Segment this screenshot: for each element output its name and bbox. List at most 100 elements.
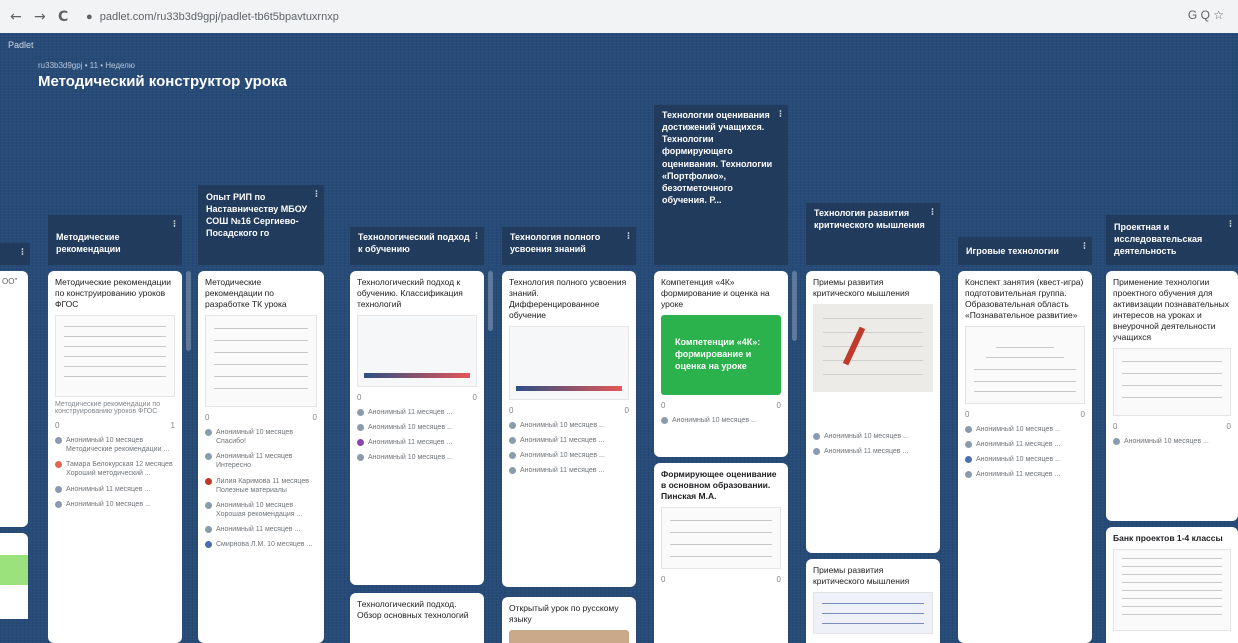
more-icon[interactable]: ⁝ (315, 188, 318, 202)
comment: Анонимный 11 месяцев ... (205, 525, 317, 534)
comment-count[interactable]: 0 (1227, 422, 1231, 431)
post-card[interactable]: Технологический подход к обучению. Класс… (350, 271, 484, 585)
column-title: Опыт РИП по Наставничеству МБОУ СОШ №16 … (206, 192, 308, 239)
post-card[interactable]: Методические рекомендации по разработке … (198, 271, 324, 643)
column-scrollbar[interactable] (186, 271, 191, 351)
column-title: Технологии оценивания достижений учащихс… (662, 110, 773, 205)
column-header[interactable]: Технология полного усвоения знаний ⁝ (502, 227, 636, 265)
like-count[interactable]: 0 (1113, 422, 1117, 431)
comment-count[interactable]: 0 (313, 413, 317, 422)
browser-toolbar: ← → C ● padlet.com/ru33b3d9gpj/padlet-tb… (0, 0, 1238, 34)
column-header[interactable]: Технологии оценивания достижений учащихс… (654, 105, 788, 265)
partial-card-left-2[interactable] (0, 533, 28, 619)
document-preview[interactable] (55, 315, 175, 398)
like-count[interactable]: 0 (965, 410, 969, 419)
more-icon[interactable]: ⁝ (931, 206, 934, 220)
photo-preview[interactable] (509, 630, 629, 643)
slide-preview[interactable] (509, 326, 629, 401)
post-reactions: 0 0 (661, 401, 781, 410)
like-count[interactable]: 0 (509, 406, 513, 415)
column-header[interactable]: Проектная и исследовательская деятельнос… (1106, 215, 1238, 265)
like-count[interactable]: 0 (661, 575, 665, 584)
partial-column-header[interactable]: ⁝ (0, 243, 30, 265)
document-preview[interactable] (205, 315, 317, 408)
column-scrollbar[interactable] (792, 271, 797, 341)
document-preview[interactable] (1113, 348, 1231, 417)
column-full-mastery: Технология полного усвоения знаний ⁝ (502, 227, 636, 265)
column-tech-approach: Технологический подход к обучению ⁝ (350, 227, 484, 265)
padlet-board: Padlet ru33b3d9gpj • 11 • Неделю Методич… (0, 33, 1238, 643)
comment-count[interactable]: 0 (777, 401, 781, 410)
comment: Смирнова Л.М. 10 месяцев ... (205, 540, 317, 549)
like-count[interactable]: 0 (55, 421, 59, 430)
document-preview[interactable] (661, 507, 781, 570)
comment: Анонимный 10 месяцев ... (813, 432, 933, 441)
comment: Анонимный 11 месяцев ... (357, 438, 477, 447)
document-preview[interactable] (813, 592, 933, 635)
post-card[interactable]: Методические рекомендации по конструиров… (48, 271, 182, 643)
post-card[interactable]: Открытый урок по русскому языку (502, 597, 636, 643)
slide-preview[interactable] (357, 315, 477, 388)
comment-count[interactable]: 0 (473, 393, 477, 402)
column-header[interactable]: Опыт РИП по Наставничеству МБОУ СОШ №16 … (198, 185, 324, 265)
post-card[interactable]: Применение технологии проектного обучени… (1106, 271, 1238, 521)
comment: Анонимный 11 месяцев ... (965, 470, 1085, 479)
more-icon[interactable]: ⁝ (173, 218, 176, 232)
post-title: Конспект занятия (квест-игра) подготовит… (965, 277, 1084, 321)
post-card[interactable]: Технология полного усвоения знаний. Дифф… (502, 271, 636, 587)
post-card[interactable]: Технологический подход. Обзор основных т… (350, 593, 484, 643)
like-count[interactable]: 0 (205, 413, 209, 422)
partial-card-left[interactable]: ОО" (0, 271, 28, 527)
post-title: Компетенция «4К» формирование и оценка н… (661, 277, 770, 310)
image-preview[interactable]: Компетенции «4К»: формирование и оценка … (661, 315, 781, 396)
post-title: Приемы развития критического мышления (813, 277, 910, 299)
comment: Анонимный 10 месяцев ... (661, 416, 781, 425)
more-icon[interactable]: ⁝ (627, 230, 630, 244)
column-header[interactable]: Методические рекомендации ⁝ (48, 215, 182, 265)
comment: Анонимный 10 месяцев Спасибо! (205, 428, 317, 446)
address-bar[interactable]: ● padlet.com/ru33b3d9gpj/padlet-tb6t5bpa… (86, 7, 1206, 27)
document-preview[interactable] (1113, 549, 1231, 632)
back-icon[interactable]: ← (10, 9, 22, 25)
avatar (1113, 438, 1120, 446)
reload-icon[interactable]: C (58, 9, 68, 25)
comment-count[interactable]: 0 (625, 406, 629, 415)
more-icon[interactable]: ⁝ (475, 230, 478, 244)
more-icon[interactable]: ⁝ (21, 246, 24, 260)
more-icon[interactable]: ⁝ (779, 108, 782, 122)
document-preview[interactable] (965, 326, 1085, 405)
like-count[interactable]: 0 (357, 393, 361, 402)
comment-count[interactable]: 0 (1081, 410, 1085, 419)
post-card[interactable]: Формирующее оценивание в основном образо… (654, 463, 788, 643)
column-header[interactable]: Технологический подход к обучению ⁝ (350, 227, 484, 265)
comment: Анонимный 10 месяцев ... (965, 425, 1085, 434)
post-reactions: 0 1 (55, 421, 175, 430)
column-critical-thinking: Технология развития критического мышлени… (806, 203, 940, 265)
like-count[interactable]: 0 (661, 401, 665, 410)
post-card[interactable]: Приемы развития критического мышления Ан… (806, 271, 940, 553)
column-header[interactable]: Игровые технологии ⁝ (958, 237, 1092, 265)
padlet-logo[interactable]: Padlet (8, 40, 34, 50)
post-card[interactable]: Банк проектов 1-4 классы (1106, 527, 1238, 643)
comment: Анонимный 10 месяцев ... (55, 500, 175, 509)
browser-actions[interactable]: G Q ☆ (1188, 8, 1224, 22)
avatar (55, 485, 62, 493)
more-icon[interactable]: ⁝ (1083, 240, 1086, 254)
post-title: Приемы развития критического мышления (813, 565, 910, 587)
avatar (813, 448, 820, 456)
comment-count[interactable]: 1 (171, 421, 175, 430)
post-card[interactable]: Компетенция «4К» формирование и оценка н… (654, 271, 788, 457)
column-project-research: Проектная и исследовательская деятельнос… (1106, 215, 1238, 265)
comment: Анонимный 10 месяцев ... (357, 453, 477, 462)
forward-icon[interactable]: → (34, 9, 46, 25)
post-card[interactable]: Приемы развития критического мышления (806, 559, 940, 643)
column-scrollbar[interactable] (488, 271, 493, 331)
post-card[interactable]: Конспект занятия (квест-игра) подготовит… (958, 271, 1092, 643)
photo-preview[interactable] (813, 304, 933, 393)
more-icon[interactable]: ⁝ (1229, 218, 1232, 232)
comment-count[interactable]: 0 (777, 575, 781, 584)
comment: Анонимный 11 месяцев ... (965, 440, 1085, 449)
column-header[interactable]: Технология развития критического мышлени… (806, 203, 940, 265)
avatar (813, 433, 820, 441)
avatar (205, 453, 212, 461)
